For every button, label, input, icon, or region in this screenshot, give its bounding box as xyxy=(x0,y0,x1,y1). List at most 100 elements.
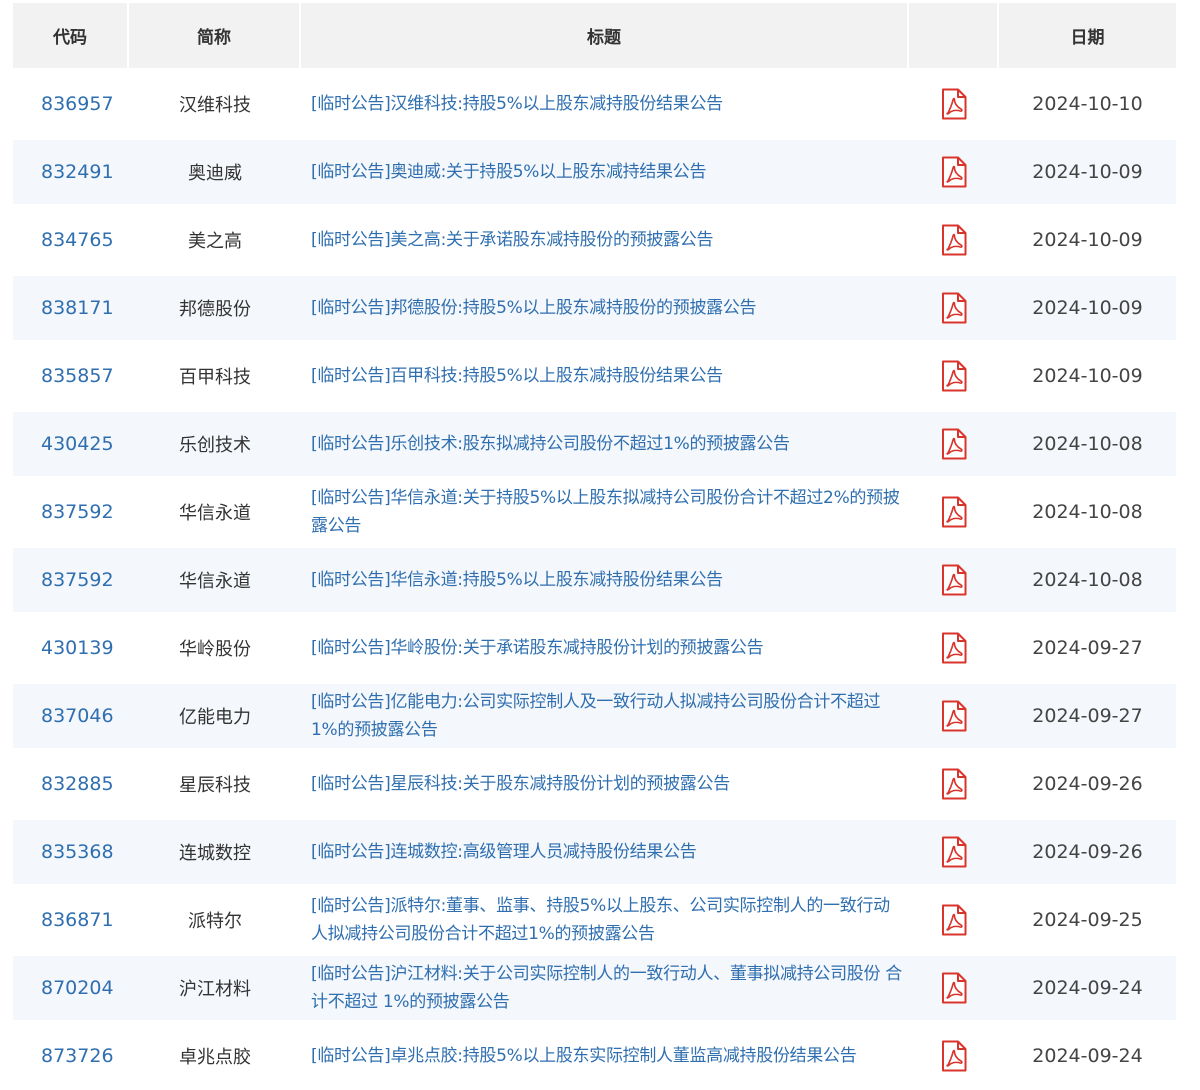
title-cell: [临时公告]沪江材料:关于公司实际控制人的一致行动人、董事拟减持公司股份 合计不… xyxy=(301,952,909,1020)
pdf-icon[interactable] xyxy=(941,156,967,188)
announcement-title-link[interactable]: [临时公告]百甲科技:持股5%以上股东减持股份结果公告 xyxy=(311,362,905,390)
pdf-cell xyxy=(909,816,999,884)
table-row: 836957 汉维科技 [临时公告]汉维科技:持股5%以上股东减持股份结果公告 … xyxy=(13,68,1176,136)
announcement-date: 2024-09-27 xyxy=(999,612,1176,680)
pdf-icon[interactable] xyxy=(941,292,967,324)
pdf-icon[interactable] xyxy=(941,904,967,936)
title-cell: [临时公告]星辰科技:关于股东减持股份计划的预披露公告 xyxy=(301,748,909,816)
pdf-icon[interactable] xyxy=(941,972,967,1004)
header-row: 代码 简称 标题 日期 xyxy=(13,3,1176,68)
announcement-title-link[interactable]: [临时公告]星辰科技:关于股东减持股份计划的预披露公告 xyxy=(311,770,905,798)
announcement-date: 2024-10-08 xyxy=(999,476,1176,544)
table-row: 870204 沪江材料 [临时公告]沪江材料:关于公司实际控制人的一致行动人、董… xyxy=(13,952,1176,1020)
stock-code-link[interactable]: 832491 xyxy=(13,136,129,204)
pdf-icon[interactable] xyxy=(941,836,967,868)
stock-code-link[interactable]: 837592 xyxy=(13,476,129,544)
announcement-title-link[interactable]: [临时公告]派特尔:董事、监事、持股5%以上股东、公司实际控制人的一致行动人拟减… xyxy=(311,892,905,948)
announcement-title-link[interactable]: [临时公告]亿能电力:公司实际控制人及一致行动人拟减持公司股份合计不超过 1%的… xyxy=(311,688,905,744)
stock-name: 百甲科技 xyxy=(129,340,301,408)
table-row: 837592 华信永道 [临时公告]华信永道:持股5%以上股东减持股份结果公告 … xyxy=(13,544,1176,612)
table-row: 838171 邦德股份 [临时公告]邦德股份:持股5%以上股东减持股份的预披露公… xyxy=(13,272,1176,340)
announcement-table-container: 代码 简称 标题 日期 836957 汉维科技 [临时公告]汉维科技:持股5%以… xyxy=(13,3,1176,1088)
stock-code-link[interactable]: 837046 xyxy=(13,680,129,748)
header-title: 标题 xyxy=(301,3,909,68)
announcement-title-link[interactable]: [临时公告]美之高:关于承诺股东减持股份的预披露公告 xyxy=(311,226,905,254)
pdf-icon[interactable] xyxy=(941,1040,967,1072)
pdf-cell xyxy=(909,204,999,272)
announcement-title-link[interactable]: [临时公告]乐创技术:股东拟减持公司股份不超过1%的预披露公告 xyxy=(311,430,905,458)
title-cell: [临时公告]奥迪威:关于持股5%以上股东减持结果公告 xyxy=(301,136,909,204)
stock-code-link[interactable]: 835857 xyxy=(13,340,129,408)
stock-name: 乐创技术 xyxy=(129,408,301,476)
announcement-date: 2024-09-26 xyxy=(999,816,1176,884)
header-date: 日期 xyxy=(999,3,1176,68)
announcement-title-link[interactable]: [临时公告]邦德股份:持股5%以上股东减持股份的预披露公告 xyxy=(311,294,905,322)
table-row: 837592 华信永道 [临时公告]华信永道:关于持股5%以上股东拟减持公司股份… xyxy=(13,476,1176,544)
stock-code-link[interactable]: 838171 xyxy=(13,272,129,340)
pdf-cell xyxy=(909,884,999,952)
title-cell: [临时公告]百甲科技:持股5%以上股东减持股份结果公告 xyxy=(301,340,909,408)
announcement-date: 2024-10-08 xyxy=(999,544,1176,612)
stock-code-link[interactable]: 430139 xyxy=(13,612,129,680)
announcement-title-link[interactable]: [临时公告]奥迪威:关于持股5%以上股东减持结果公告 xyxy=(311,158,905,186)
stock-name: 沪江材料 xyxy=(129,952,301,1020)
stock-code-link[interactable]: 870204 xyxy=(13,952,129,1020)
title-cell: [临时公告]华信永道:持股5%以上股东减持股份结果公告 xyxy=(301,544,909,612)
stock-code-link[interactable]: 835368 xyxy=(13,816,129,884)
pdf-cell xyxy=(909,680,999,748)
announcement-table: 代码 简称 标题 日期 836957 汉维科技 [临时公告]汉维科技:持股5%以… xyxy=(13,3,1176,1088)
header-code: 代码 xyxy=(13,3,129,68)
pdf-icon[interactable] xyxy=(941,428,967,460)
announcement-date: 2024-10-09 xyxy=(999,272,1176,340)
stock-name: 华信永道 xyxy=(129,544,301,612)
announcement-date: 2024-09-25 xyxy=(999,884,1176,952)
pdf-icon[interactable] xyxy=(941,88,967,120)
title-cell: [临时公告]乐创技术:股东拟减持公司股份不超过1%的预披露公告 xyxy=(301,408,909,476)
header-pdf xyxy=(909,3,999,68)
title-cell: [临时公告]连城数控:高级管理人员减持股份结果公告 xyxy=(301,816,909,884)
pdf-icon[interactable] xyxy=(941,496,967,528)
title-cell: [临时公告]汉维科技:持股5%以上股东减持股份结果公告 xyxy=(301,68,909,136)
stock-code-link[interactable]: 836957 xyxy=(13,68,129,136)
announcement-date: 2024-10-10 xyxy=(999,68,1176,136)
announcement-title-link[interactable]: [临时公告]华岭股份:关于承诺股东减持股份计划的预披露公告 xyxy=(311,634,905,662)
pdf-icon[interactable] xyxy=(941,700,967,732)
announcement-title-link[interactable]: [临时公告]卓兆点胶:持股5%以上股东实际控制人董监高减持股份结果公告 xyxy=(311,1042,905,1070)
title-cell: [临时公告]华岭股份:关于承诺股东减持股份计划的预披露公告 xyxy=(301,612,909,680)
title-cell: [临时公告]华信永道:关于持股5%以上股东拟减持公司股份合计不超过2%的预披露公… xyxy=(301,476,909,544)
stock-name: 卓兆点胶 xyxy=(129,1020,301,1088)
announcement-title-link[interactable]: [临时公告]连城数控:高级管理人员减持股份结果公告 xyxy=(311,838,905,866)
announcement-title-link[interactable]: [临时公告]华信永道:持股5%以上股东减持股份结果公告 xyxy=(311,566,905,594)
announcement-title-link[interactable]: [临时公告]华信永道:关于持股5%以上股东拟减持公司股份合计不超过2%的预披露公… xyxy=(311,484,905,540)
table-row: 832885 星辰科技 [临时公告]星辰科技:关于股东减持股份计划的预披露公告 … xyxy=(13,748,1176,816)
table-row: 430139 华岭股份 [临时公告]华岭股份:关于承诺股东减持股份计划的预披露公… xyxy=(13,612,1176,680)
stock-code-link[interactable]: 834765 xyxy=(13,204,129,272)
announcement-date: 2024-10-08 xyxy=(999,408,1176,476)
announcement-title-link[interactable]: [临时公告]汉维科技:持股5%以上股东减持股份结果公告 xyxy=(311,90,905,118)
stock-code-link[interactable]: 837592 xyxy=(13,544,129,612)
stock-code-link[interactable]: 873726 xyxy=(13,1020,129,1088)
pdf-cell xyxy=(909,476,999,544)
pdf-icon[interactable] xyxy=(941,224,967,256)
pdf-cell xyxy=(909,408,999,476)
table-row: 430425 乐创技术 [临时公告]乐创技术:股东拟减持公司股份不超过1%的预披… xyxy=(13,408,1176,476)
pdf-icon[interactable] xyxy=(941,632,967,664)
announcement-date: 2024-10-09 xyxy=(999,340,1176,408)
stock-code-link[interactable]: 836871 xyxy=(13,884,129,952)
pdf-cell xyxy=(909,1020,999,1088)
pdf-icon[interactable] xyxy=(941,564,967,596)
table-header: 代码 简称 标题 日期 xyxy=(13,3,1176,68)
pdf-cell xyxy=(909,952,999,1020)
title-cell: [临时公告]卓兆点胶:持股5%以上股东实际控制人董监高减持股份结果公告 xyxy=(301,1020,909,1088)
stock-code-link[interactable]: 430425 xyxy=(13,408,129,476)
pdf-icon[interactable] xyxy=(941,768,967,800)
announcement-date: 2024-09-24 xyxy=(999,1020,1176,1088)
title-cell: [临时公告]亿能电力:公司实际控制人及一致行动人拟减持公司股份合计不超过 1%的… xyxy=(301,680,909,748)
stock-name: 美之高 xyxy=(129,204,301,272)
stock-code-link[interactable]: 832885 xyxy=(13,748,129,816)
table-row: 836871 派特尔 [临时公告]派特尔:董事、监事、持股5%以上股东、公司实际… xyxy=(13,884,1176,952)
announcement-title-link[interactable]: [临时公告]沪江材料:关于公司实际控制人的一致行动人、董事拟减持公司股份 合计不… xyxy=(311,960,905,1016)
stock-name: 邦德股份 xyxy=(129,272,301,340)
announcement-date: 2024-09-27 xyxy=(999,680,1176,748)
pdf-icon[interactable] xyxy=(941,360,967,392)
